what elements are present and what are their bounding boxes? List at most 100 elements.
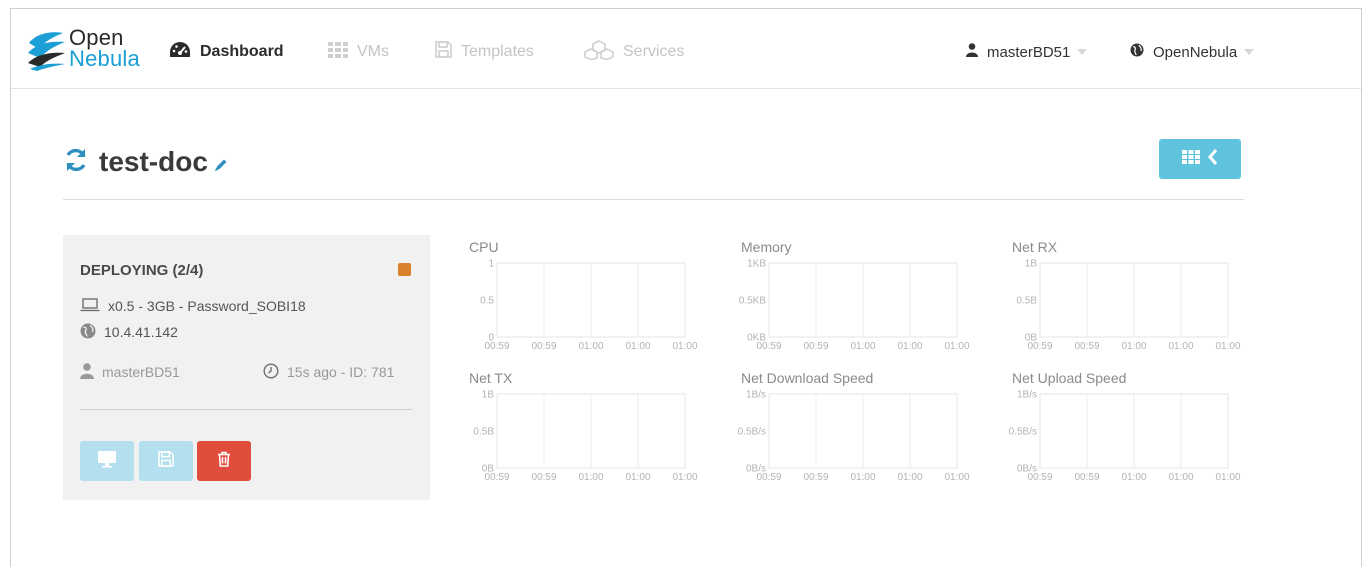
laptop-icon: [80, 297, 100, 315]
nav-dashboard[interactable]: Dashboard: [169, 41, 284, 63]
x-tick-label: 01:00: [672, 341, 697, 352]
graph-plot: 1B/s0.5B/s0B/s00:59 00:59 01:00 01:00 01:00: [1009, 390, 1241, 484]
pencil-icon[interactable]: [214, 158, 228, 177]
state-indicator: [398, 263, 411, 276]
x-tick-label: 01:00: [944, 472, 969, 483]
y-tick-label: 0.5: [480, 296, 494, 307]
graph-plot: 1KB0.5KB0KB00:59 00:59 01:00 01:00 01:00: [739, 259, 970, 353]
x-tick-label: 01:00: [1121, 341, 1146, 352]
graph-plot: 1B0.5B0B00:59 00:59 01:00 01:00 01:00: [1016, 259, 1241, 353]
graph-plot: 10.5000:59 00:59 01:00 01:00 01:00: [480, 259, 698, 353]
nav-templates[interactable]: Templates: [435, 41, 534, 63]
x-tick-label: 01:00: [1168, 472, 1193, 483]
graph-memory: Memory 1KB 0.5KB 0KB 00:59 00:59 01:00 01:00 01:…: [739, 239, 991, 359]
y-tick-label: 0.5B/s: [738, 427, 766, 438]
globe-icon: [80, 323, 96, 342]
chevron-down-icon: [1244, 49, 1255, 55]
x-tick-label: 01:00: [897, 472, 922, 483]
vm-ip: 10.4.41.142: [80, 323, 178, 341]
graph-title: Net Upload Speed: [1012, 370, 1127, 386]
graph-title: Memory: [741, 239, 792, 255]
chevron-left-icon: [1208, 148, 1218, 170]
logo-text-open: Open: [69, 25, 124, 50]
graph-title: Net Download Speed: [741, 370, 874, 386]
x-tick-label: 01:00: [850, 341, 875, 352]
x-tick-label: 01:00: [1215, 341, 1240, 352]
x-tick-label: 00:59: [1027, 472, 1052, 483]
grid-icon: [328, 41, 348, 63]
graph-net-rx: Net RX 1B 0.5B 0B 00:59 00:59 01:00 01:00 01:00: [1012, 239, 1262, 359]
nav-services[interactable]: Services: [584, 39, 685, 63]
clock-icon: [263, 362, 279, 382]
user-menu[interactable]: masterBD51: [966, 41, 1088, 63]
user-menu-label: masterBD51: [987, 43, 1071, 61]
user-icon: [966, 43, 978, 61]
graph-plot: 1B/s0.5B/s0B/s00:59 00:59 01:00 01:00 01:00: [738, 390, 970, 484]
page-header: test-doc: [63, 142, 228, 182]
y-tick-label: 1KB: [747, 259, 766, 270]
graph-net-tx: Net TX 1B 0.5B 0B 00:59 00:59 01:00 01:00 01:00: [469, 370, 719, 490]
vm-age-id-text: 15s ago - ID: 781: [287, 364, 395, 380]
vm-age-id: 15s ago - ID: 781: [263, 362, 395, 382]
y-tick-label: 1B: [1025, 259, 1038, 270]
y-tick-label: 0.5B/s: [1009, 427, 1037, 438]
opennebula-logo[interactable]: Open Nebula: [27, 27, 151, 75]
x-tick-label: 01:00: [850, 472, 875, 483]
dashboard-icon: [169, 41, 191, 64]
x-tick-label: 01:00: [625, 472, 650, 483]
delete-button[interactable]: [197, 441, 251, 481]
x-tick-label: 00:59: [1074, 341, 1099, 352]
y-tick-label: 0.5KB: [739, 296, 767, 307]
x-tick-label: 00:59: [756, 472, 781, 483]
zone-menu-label: OpenNebula: [1153, 43, 1238, 61]
logo-text-nebula: Nebula: [69, 46, 140, 71]
x-tick-label: 01:00: [1121, 472, 1146, 483]
x-tick-label: 00:59: [756, 341, 781, 352]
graph-plot: 1B0.5B0B00:59 00:59 01:00 01:00 01:00: [473, 390, 698, 484]
graph-net-upload-speed: Net Upload Speed 1B/s 0.5B/s 0B/s 00:59 00:59…: [1009, 370, 1262, 490]
x-tick-label: 00:59: [1074, 472, 1099, 483]
x-tick-label: 00:59: [803, 472, 828, 483]
floppy-icon: [435, 41, 452, 63]
x-tick-label: 01:00: [1215, 472, 1240, 483]
x-tick-label: 01:00: [897, 341, 922, 352]
x-tick-label: 00:59: [531, 341, 556, 352]
nav-templates-label: Templates: [461, 43, 534, 60]
vm-ip-text: 10.4.41.142: [104, 324, 178, 340]
desktop-icon: [97, 450, 117, 473]
vm-state-label: DEPLOYING (2/4): [80, 262, 204, 279]
refresh-icon[interactable]: [63, 147, 89, 178]
nav-vms-label: VMs: [357, 43, 389, 60]
graph-title: CPU: [469, 239, 499, 255]
x-tick-label: 01:00: [578, 341, 603, 352]
graph-net-download-speed: Net Download Speed 1B/s 0.5B/s 0B/s 00:59 00:…: [738, 370, 991, 490]
nav-vms[interactable]: VMs: [328, 41, 389, 63]
divider: [63, 199, 1244, 200]
graph-cpu: CPU 1 0.5 0 00:59 00:59 01:00 01:00 01:00: [469, 239, 719, 359]
nav-services-label: Services: [623, 43, 685, 60]
y-tick-label: 1: [488, 259, 494, 270]
vm-template-text: x0.5 - 3GB - Password_SOBI18: [108, 298, 306, 314]
graph-title: Net TX: [469, 370, 513, 386]
vm-template-info: x0.5 - 3GB - Password_SOBI18: [80, 297, 306, 315]
vnc-button[interactable]: [80, 441, 134, 481]
x-tick-label: 01:00: [944, 341, 969, 352]
x-tick-label: 01:00: [1168, 341, 1193, 352]
user-icon: [80, 362, 94, 382]
globe-icon: [1130, 43, 1144, 61]
y-tick-label: 0.5B: [1016, 296, 1037, 307]
nav-dashboard-label: Dashboard: [200, 43, 284, 60]
save-button[interactable]: [139, 441, 193, 481]
y-tick-label: 0.5B: [473, 427, 494, 438]
chevron-down-icon: [1077, 49, 1088, 55]
nebula-wave-icon: [28, 32, 65, 71]
x-tick-label: 00:59: [1027, 341, 1052, 352]
panel-toggle-button[interactable]: [1159, 139, 1241, 179]
vm-owner-text: masterBD51: [102, 364, 180, 380]
zone-menu[interactable]: OpenNebula: [1130, 41, 1255, 63]
graph-title: Net RX: [1012, 239, 1058, 255]
x-tick-label: 00:59: [484, 472, 509, 483]
y-tick-label: 1B/s: [1017, 390, 1037, 401]
floppy-icon: [158, 450, 174, 472]
x-tick-label: 01:00: [625, 341, 650, 352]
